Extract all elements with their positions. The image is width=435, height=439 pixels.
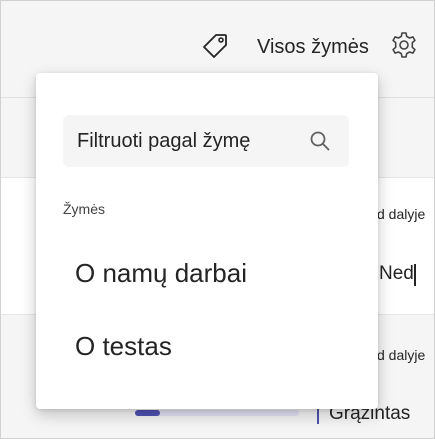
app-stage: Visos žymės d dalyje Ned d dalyje Grąžin…	[0, 0, 435, 439]
all-tags-label[interactable]: Visos žymės	[257, 36, 369, 59]
progress-fill	[135, 410, 160, 416]
filter-input[interactable]	[77, 115, 303, 167]
row-status-text: Ned	[379, 263, 414, 284]
tag-item-label: O testas	[75, 330, 172, 361]
tag-item[interactable]: O testas	[36, 318, 378, 374]
tag-filter-dropdown: Žymės O namų darbai O testas	[36, 73, 378, 409]
row-part-text: d dalyje	[377, 347, 426, 363]
row-part-text: d dalyje	[377, 206, 426, 222]
filter-field[interactable]	[63, 115, 349, 167]
gear-icon[interactable]	[389, 30, 419, 60]
divider	[414, 264, 416, 286]
tag-icon[interactable]	[200, 31, 230, 61]
search-icon[interactable]	[309, 130, 331, 152]
section-label: Žymės	[63, 201, 105, 217]
tag-item[interactable]: O namų darbai	[36, 245, 378, 301]
tag-item-label: O namų darbai	[75, 257, 247, 288]
progress-bar	[135, 410, 299, 416]
